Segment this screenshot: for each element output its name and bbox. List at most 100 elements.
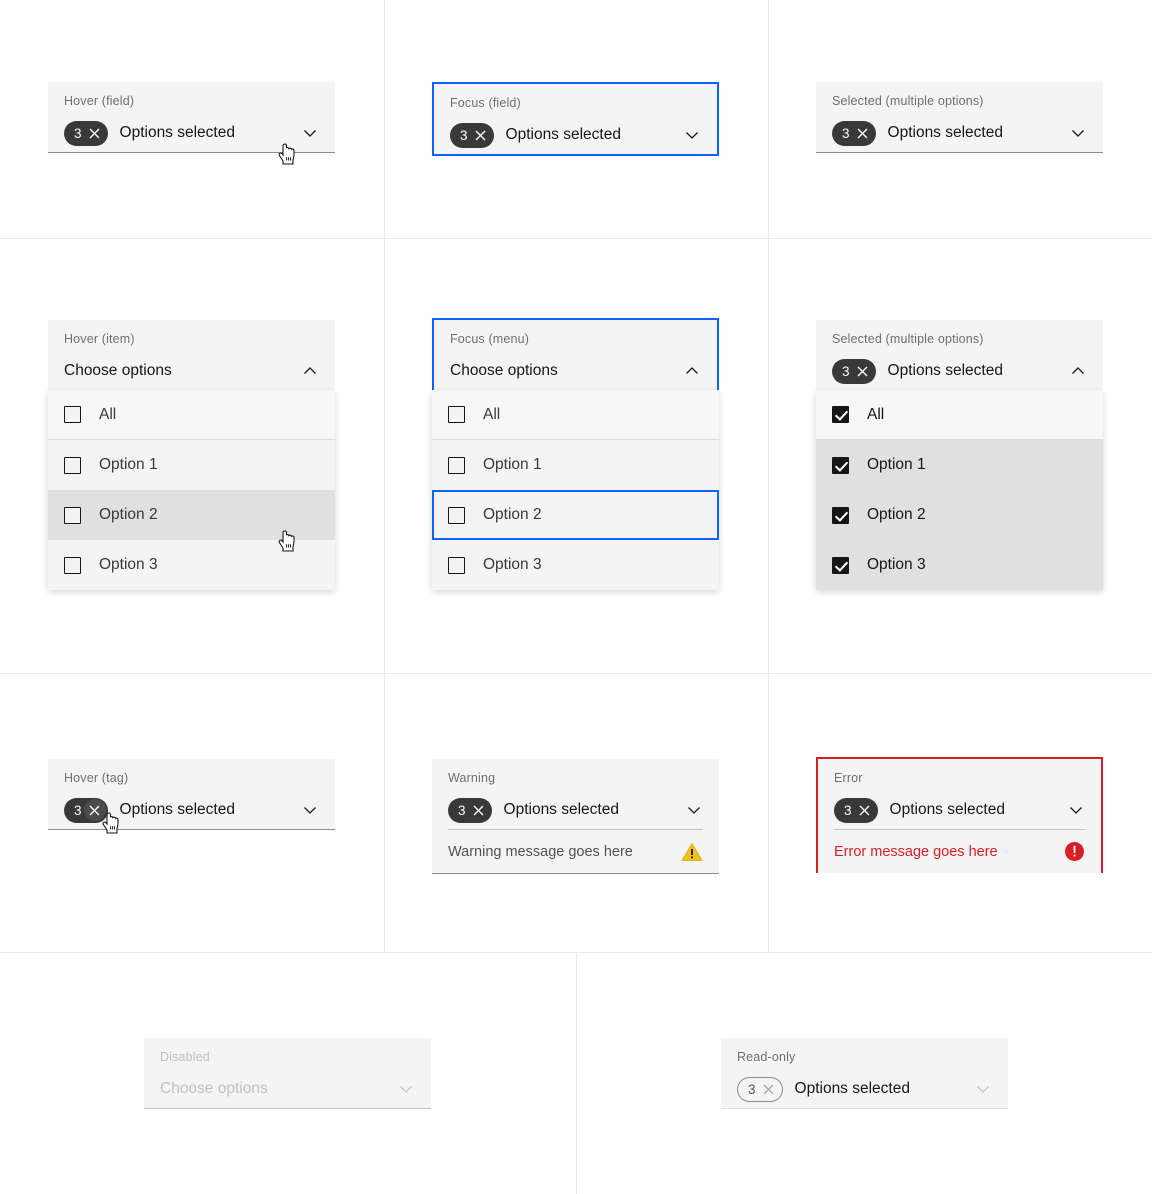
tag-count: 3 (458, 802, 466, 818)
menu-item-option-1[interactable]: Option 1 (432, 440, 719, 490)
multiselect-field[interactable]: Selected (multiple options) 3 Options se… (816, 320, 1103, 390)
field-value: Options selected (887, 362, 1003, 379)
field-row[interactable]: 3 Options selected (434, 116, 717, 154)
error-message-row: Error message goes here (834, 829, 1085, 873)
warning-message-row: Warning message goes here (448, 829, 703, 873)
state-warning: Warning 3 Options selected Warning messa… (432, 759, 719, 874)
field-row[interactable]: 3 Options selected (48, 114, 335, 152)
close-icon[interactable] (468, 799, 490, 821)
checkbox-checked-icon[interactable] (832, 456, 849, 474)
checkbox-checked-icon[interactable] (832, 556, 849, 574)
menu-item-all[interactable]: All (816, 390, 1103, 440)
close-icon[interactable] (852, 122, 874, 144)
field-row[interactable]: 3 Options selected (816, 352, 1103, 390)
state-selected-field: Selected (multiple options) 3 Options se… (816, 82, 1103, 153)
field-row[interactable]: Choose options (434, 352, 717, 390)
field-row[interactable]: 3 Options selected (816, 114, 1103, 152)
multiselect-field-disabled: Disabled Choose options (144, 1038, 431, 1109)
menu-item-label: All (867, 405, 885, 423)
chevron-down-icon[interactable] (685, 801, 703, 819)
chevron-up-icon[interactable] (301, 362, 319, 380)
tag-count: 3 (74, 125, 82, 141)
multiselect-field[interactable]: Focus (field) 3 Options selected (432, 82, 719, 156)
chevron-down-icon (397, 1080, 415, 1098)
multiselect-field[interactable]: Hover (tag) 3 Options selected (48, 759, 335, 830)
state-disabled: Disabled Choose options (144, 1038, 431, 1109)
checkbox-icon[interactable] (64, 556, 81, 574)
field-row[interactable]: Choose options (48, 352, 335, 390)
selection-tag[interactable]: 3 (834, 797, 878, 823)
state-focus-field: Focus (field) 3 Options selected (432, 82, 719, 156)
selection-tag[interactable]: 3 (832, 120, 876, 146)
menu-item-option-3[interactable]: Option 3 (816, 540, 1103, 590)
field-label: Hover (field) (64, 94, 135, 108)
menu-item-label: Option 2 (483, 506, 542, 523)
field-value: Options selected (505, 126, 621, 143)
field-label: Warning (448, 771, 496, 785)
field-value: Choose options (450, 362, 558, 379)
field-label: Disabled (160, 1050, 210, 1064)
field-row: 3 Options selected (721, 1070, 1008, 1108)
checkbox-icon[interactable] (64, 456, 81, 474)
selection-tag[interactable]: 3 (64, 797, 108, 823)
checkbox-icon[interactable] (448, 556, 465, 574)
checkbox-checked-icon[interactable] (832, 506, 849, 524)
chevron-down-icon[interactable] (1069, 124, 1087, 142)
chevron-up-icon[interactable] (1069, 362, 1087, 380)
error-message: Error message goes here (834, 843, 998, 860)
selection-tag[interactable]: 3 (832, 358, 876, 384)
checkbox-icon[interactable] (448, 506, 465, 524)
chevron-up-icon[interactable] (683, 362, 701, 380)
tag-count: 3 (74, 802, 82, 818)
menu-item-option-2[interactable]: Option 2 (816, 490, 1103, 540)
checkbox-icon[interactable] (448, 456, 465, 474)
field-row[interactable]: 3 Options selected (432, 791, 719, 829)
close-icon[interactable] (854, 799, 876, 821)
multiselect-field[interactable]: Focus (menu) Choose options (432, 318, 719, 390)
checkbox-icon[interactable] (64, 406, 81, 423)
field-label: Focus (menu) (450, 332, 530, 346)
grid-divider-vertical (384, 0, 385, 952)
menu-item-option-3[interactable]: Option 3 (48, 540, 335, 590)
close-icon[interactable] (470, 124, 492, 146)
field-row[interactable]: 3 Options selected (818, 791, 1101, 829)
menu-item-all[interactable]: All (432, 390, 719, 440)
checkbox-icon[interactable] (64, 506, 81, 524)
menu-item-option-1[interactable]: Option 1 (816, 440, 1103, 490)
tag-count: 3 (460, 127, 468, 143)
selection-tag[interactable]: 3 (448, 797, 492, 823)
close-icon[interactable] (84, 122, 106, 144)
menu-item-option-2[interactable]: Option 2 (48, 490, 335, 540)
tag-count: 3 (844, 802, 852, 818)
field-label: Focus (field) (450, 96, 521, 110)
multiselect-field[interactable]: Selected (multiple options) 3 Options se… (816, 82, 1103, 153)
checkbox-checked-icon[interactable] (832, 406, 849, 423)
selection-tag[interactable]: 3 (64, 120, 108, 146)
menu-item-option-2[interactable]: Option 2 (432, 490, 719, 540)
menu-item-label: All (99, 405, 117, 423)
chevron-down-icon[interactable] (301, 124, 319, 142)
chevron-down-icon[interactable] (1067, 801, 1085, 819)
grid-divider-vertical (768, 0, 769, 952)
selection-tag[interactable]: 3 (450, 122, 494, 148)
multiselect-field[interactable]: Hover (field) 3 Options selected (48, 82, 335, 153)
menu-item-label: Option 2 (867, 506, 926, 523)
menu-item-option-3[interactable]: Option 3 (432, 540, 719, 590)
checkbox-icon[interactable] (448, 406, 465, 423)
selection-tag: 3 (737, 1076, 783, 1102)
chevron-down-icon[interactable] (301, 801, 319, 819)
menu-item-all[interactable]: All (48, 390, 335, 440)
multiselect-field[interactable]: Hover (item) Choose options (48, 320, 335, 390)
close-icon[interactable] (83, 799, 106, 821)
grid-divider-vertical (576, 953, 577, 1194)
dropdown-menu: All Option 1 Option 2 Option 3 (432, 390, 719, 590)
menu-item-label: Option 3 (99, 556, 158, 573)
field-value: Options selected (794, 1080, 910, 1097)
chevron-down-icon[interactable] (683, 126, 701, 144)
field-row[interactable]: 3 Options selected (48, 791, 335, 829)
close-icon[interactable] (852, 360, 874, 382)
multiselect-field[interactable]: Warning 3 Options selected Warning messa… (432, 759, 719, 873)
menu-item-option-1[interactable]: Option 1 (48, 440, 335, 490)
tag-count: 3 (842, 363, 850, 379)
multiselect-field[interactable]: Error 3 Options selected Error message g… (816, 757, 1103, 873)
